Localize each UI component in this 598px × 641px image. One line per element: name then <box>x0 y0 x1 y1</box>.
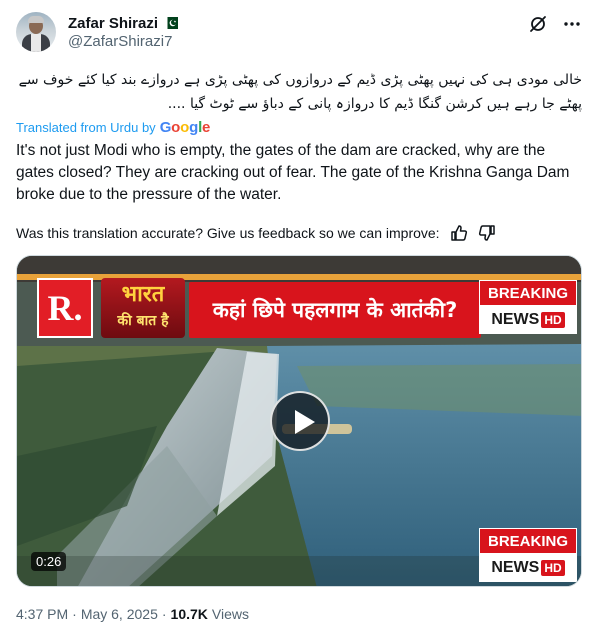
display-name[interactable]: Zafar Shirazi <box>68 15 158 32</box>
tweet-urdu-text: خالی مودی ہی کی نہیں پھٹی پڑی ڈیم کے درو… <box>18 72 582 112</box>
name-row: Zafar Shirazi <box>68 13 179 33</box>
google-logo: Google <box>160 119 211 136</box>
news-hd-label: NEWS HD <box>479 306 577 334</box>
translated-by-line[interactable]: Translated from Urdu by Google <box>16 119 210 136</box>
video-player[interactable]: R. भारत की बात है कहां छिपे पहलगाम के आत… <box>16 255 582 587</box>
views-count: 10.7K <box>170 606 208 622</box>
meta-separator: · <box>161 606 167 622</box>
thumbs-down-icon[interactable] <box>478 224 496 242</box>
play-button[interactable] <box>270 391 330 451</box>
handle[interactable]: @ZafarShirazi7 <box>68 33 172 50</box>
tweet-meta: 4:37 PM · May 6, 2025 · 10.7K Views <box>16 606 249 622</box>
breaking-news-badge-bottom: BREAKING NEWS HD <box>479 528 577 582</box>
google-letter: G <box>159 119 172 136</box>
more-icon[interactable] <box>562 14 582 34</box>
feedback-prompt: Was this translation accurate? Give us f… <box>16 225 440 241</box>
news-word: NEWS <box>491 311 540 328</box>
show-logo-line2: की बात है <box>117 313 169 329</box>
translation-feedback: Was this translation accurate? Give us f… <box>16 224 496 242</box>
breaking-label: BREAKING <box>479 528 577 554</box>
pakistan-flag-icon <box>164 17 179 29</box>
breaking-label: BREAKING <box>479 280 577 306</box>
header-actions <box>528 14 582 34</box>
tweet-translation: It's not just Modi who is empty, the gat… <box>16 142 570 203</box>
hd-word: HD <box>541 560 565 576</box>
thumbs-up-icon[interactable] <box>450 224 468 242</box>
show-logo-line1: भारत <box>121 282 165 307</box>
breaking-news-badge-top: BREAKING NEWS HD <box>479 280 577 334</box>
hd-word: HD <box>541 312 565 328</box>
avatar[interactable] <box>16 12 56 52</box>
show-logo: भारत की बात है <box>101 278 185 338</box>
video-duration: 0:26 <box>31 552 67 571</box>
tweet-date[interactable]: May 6, 2025 <box>81 606 158 622</box>
views-label: Views <box>211 606 249 622</box>
google-letter: o <box>171 119 181 136</box>
tweet-header: Zafar Shirazi @ZafarShirazi7 <box>16 12 582 56</box>
tweet-time[interactable]: 4:37 PM <box>16 606 68 622</box>
news-word: NEWS <box>491 559 540 576</box>
news-headline: कहां छिपे पहलगाम के आतंकी? <box>189 282 481 338</box>
google-letter: g <box>189 119 199 136</box>
grok-icon[interactable] <box>528 14 548 34</box>
meta-separator: · <box>72 606 77 622</box>
translated-from-label: Translated from Urdu by <box>16 120 156 135</box>
news-hd-label: NEWS HD <box>479 554 577 582</box>
google-letter: e <box>202 119 211 136</box>
google-letter: o <box>180 119 190 136</box>
channel-logo: R. <box>37 278 93 338</box>
play-icon <box>295 410 315 434</box>
